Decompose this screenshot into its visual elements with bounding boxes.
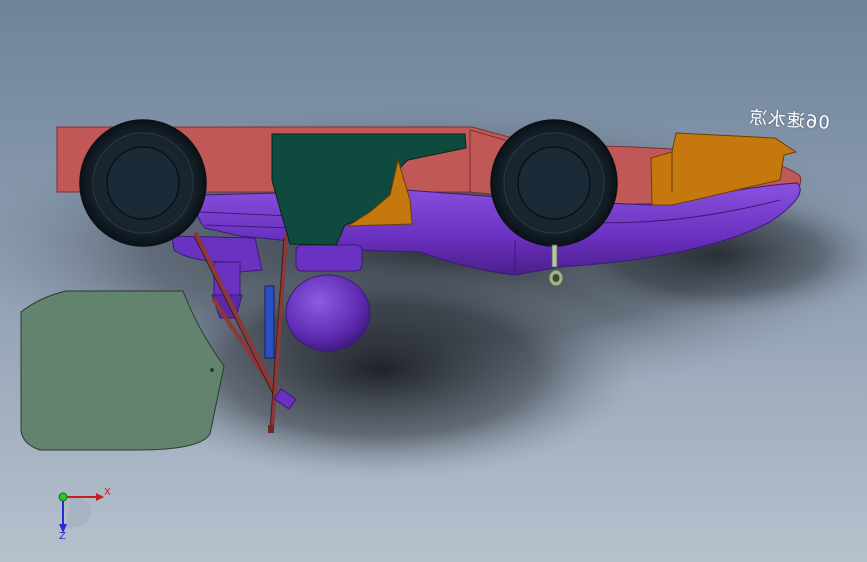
blue-bar[interactable]: [264, 285, 275, 359]
ball-tank[interactable]: [285, 244, 371, 352]
platform-hole: [210, 368, 214, 372]
triad-z-label: Z: [59, 531, 66, 542]
triad-x-label: X: [104, 487, 111, 498]
triad-origin: [58, 492, 68, 502]
rod-end-cap: [268, 425, 274, 433]
model-scene[interactable]: [0, 0, 867, 562]
3d-viewport[interactable]: 06速水凉 X Z: [0, 0, 867, 562]
right-wheel[interactable]: [490, 119, 618, 247]
left-wheel[interactable]: [79, 119, 207, 247]
platform-panel[interactable]: [20, 290, 225, 451]
